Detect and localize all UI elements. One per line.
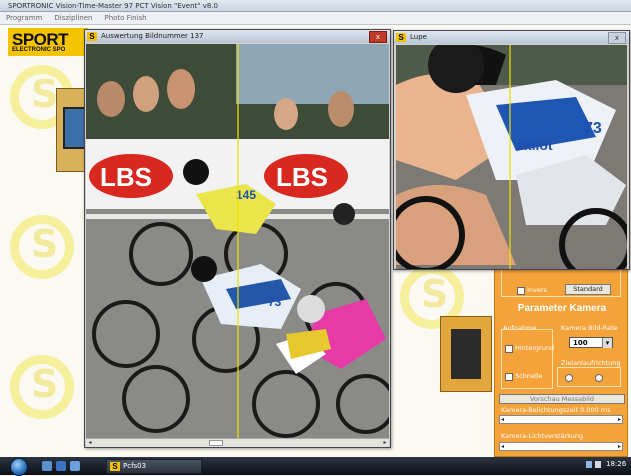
lupe-window: S Lupe x skilot 73 [393, 30, 630, 270]
taskbar-app-button[interactable]: S Pcfs03 [106, 459, 202, 474]
auswertung-hscroll[interactable]: ◂ ▸ [86, 438, 389, 447]
belichtung-label: Kamera-Belichtungszeit 0.000 ms [501, 406, 611, 414]
chevron-down-icon: ▾ [602, 338, 612, 348]
lupe-titlebar[interactable]: S Lupe x [394, 31, 629, 44]
menu-disziplinen[interactable]: Disziplinen [48, 12, 98, 25]
lupe-zoom-image[interactable]: skilot 73 [396, 45, 627, 269]
brand-sub: ELECTRONIC SPO [12, 47, 66, 53]
s-app-icon: S [110, 462, 120, 471]
finish-photo-image: LBS LBS 145 73 [86, 44, 389, 439]
auswertung-title: Auswertung Bildnummer 137 [101, 32, 204, 40]
app-title: SPORTRONIC Vision-Time-Master 97 PCT Vis… [8, 2, 219, 10]
volume-icon[interactable] [595, 461, 601, 468]
lupe-photo: skilot 73 [396, 45, 627, 269]
schnelle-checkbox[interactable] [505, 373, 513, 381]
bildrate-label: Kamera Bild-Rate [561, 324, 618, 332]
lichtverstaerkung-slider[interactable]: ◂ ▸ [499, 442, 623, 451]
s-app-icon: S [87, 32, 97, 41]
close-icon[interactable]: x [369, 31, 387, 43]
vorschau-button[interactable]: Vorschau Messabild [499, 394, 625, 404]
bildrate-select[interactable]: 100 ▾ [569, 337, 613, 348]
camera-device-left [56, 88, 87, 172]
lbs-banner-right: LBS [276, 162, 328, 192]
bib-73: 73 [268, 295, 282, 309]
lupe-jersey-text: skilot [516, 137, 553, 153]
lichtverstaerkung-label: Kamera-Lichtverstärkung [501, 432, 584, 440]
lupe-bib: 73 [584, 120, 602, 137]
scroll-thumb[interactable] [209, 440, 223, 446]
menu-programm[interactable]: Programm [0, 12, 48, 25]
invers-checkbox[interactable] [517, 287, 525, 295]
auswertung-window: S Auswertung Bildnummer 137 x LBS LBS 14… [84, 29, 391, 448]
close-icon[interactable]: x [608, 32, 626, 44]
hintergrund-checkbox[interactable] [505, 345, 513, 353]
finish-photo[interactable]: LBS LBS 145 73 [86, 44, 389, 439]
quicklaunch-ie-icon[interactable] [70, 461, 80, 471]
parameter-header: Parameter Kamera [517, 303, 607, 314]
auswertung-titlebar[interactable]: S Auswertung Bildnummer 137 x [85, 30, 390, 43]
scroll-right-icon[interactable]: ▸ [381, 439, 389, 447]
lupe-title: Lupe [410, 33, 427, 41]
system-tray [586, 461, 602, 469]
richtung-links-radio[interactable] [565, 374, 573, 382]
quicklaunch-explorer-icon[interactable] [56, 461, 66, 471]
s-app-icon: S [396, 33, 406, 42]
menu-photo-finish[interactable]: Photo Finish [98, 12, 152, 25]
bib-145: 145 [236, 188, 256, 202]
start-button[interactable] [2, 457, 36, 476]
quicklaunch-desktop-icon[interactable] [42, 461, 52, 471]
taskbar [0, 457, 631, 475]
hintergrund-label: Hintergrund [515, 344, 555, 352]
scroll-left-icon[interactable]: ◂ [86, 439, 94, 447]
bildrate-value: 100 [573, 339, 588, 347]
zielanlauf-label: Zielanlaufrichtung [561, 359, 621, 367]
start-orb-icon [10, 458, 28, 476]
app-title-bar: SPORTRONIC Vision-Time-Master 97 PCT Vis… [0, 0, 631, 12]
belichtung-slider[interactable]: ◂ ▸ [499, 415, 623, 424]
invers-label: Invers [527, 286, 547, 294]
standard-button[interactable]: Standard [565, 284, 611, 295]
menu-bar: Programm Disziplinen Photo Finish [0, 12, 631, 25]
taskbar-app-label: Pcfs03 [123, 462, 147, 470]
camera-device-right [440, 316, 492, 392]
taskbar-clock[interactable]: 18:26 [606, 460, 626, 468]
parameter-kamera-panel: Invers Standard Parameter Kamera Aufnahm… [494, 266, 628, 457]
schnelle-label: Schnelle [515, 372, 543, 380]
lbs-banner-left: LBS [100, 162, 152, 192]
richtung-rechts-radio[interactable] [595, 374, 603, 382]
sportronic-logo: SPORT ELECTRONIC SPO [8, 28, 88, 56]
network-icon[interactable] [586, 461, 592, 468]
